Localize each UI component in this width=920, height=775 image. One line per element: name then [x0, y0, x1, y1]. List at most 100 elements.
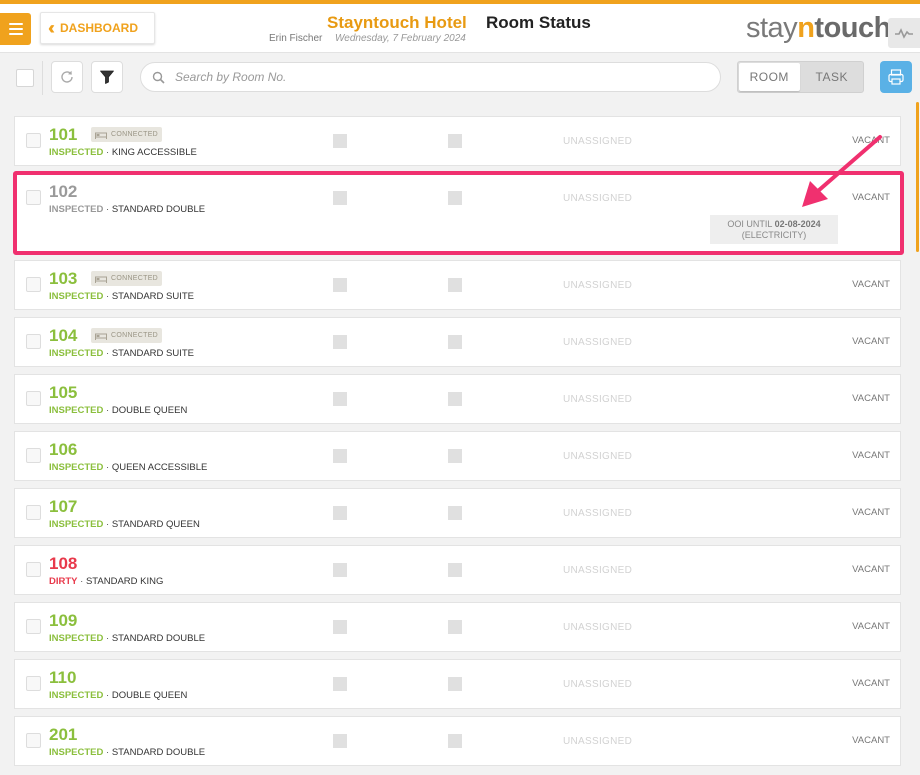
reservation-indicator: [448, 278, 462, 292]
room-details: INSPECTED · STANDARD DOUBLE: [49, 633, 206, 644]
page-title: Room Status: [486, 13, 591, 32]
reservation-indicator: [448, 506, 462, 520]
room-row[interactable]: 101 CONNECTED INSPECTED · KING ACCESSIBLE U…: [14, 116, 901, 166]
service-status-indicator: [333, 191, 347, 205]
room-number[interactable]: 107: [49, 497, 77, 517]
room-number[interactable]: 101: [49, 125, 77, 145]
room-checkbox[interactable]: [26, 562, 41, 577]
menu-button[interactable]: [0, 13, 31, 45]
service-status-indicator: [333, 563, 347, 577]
room-status: INSPECTED: [49, 405, 104, 416]
occupancy-status: VACANT: [852, 336, 890, 347]
reservation-indicator: [448, 677, 462, 691]
room-details: INSPECTED · STANDARD DOUBLE: [49, 747, 206, 758]
room-number[interactable]: 104: [49, 326, 77, 346]
room-number[interactable]: 105: [49, 383, 77, 403]
room-status: INSPECTED: [49, 147, 104, 158]
room-checkbox[interactable]: [26, 334, 41, 349]
room-status: INSPECTED: [49, 204, 104, 215]
room-row[interactable]: 102 INSPECTED · STANDARD DOUBLE UNASSIGNED…: [14, 173, 901, 253]
occupancy-status: VACANT: [852, 450, 890, 461]
room-row[interactable]: 201 INSPECTED · STANDARD DOUBLE UNASSIGNED…: [14, 716, 901, 766]
service-status-indicator: [333, 449, 347, 463]
occupancy-status: VACANT: [852, 678, 890, 689]
search-box[interactable]: [140, 62, 721, 92]
service-status-indicator: [333, 278, 347, 292]
room-checkbox[interactable]: [26, 391, 41, 406]
room-number[interactable]: 110: [49, 668, 76, 688]
refresh-button[interactable]: [51, 61, 83, 93]
occupancy-status: VACANT: [852, 507, 890, 518]
room-type: STANDARD KING: [85, 576, 164, 587]
bed-icon: [95, 333, 107, 340]
room-number[interactable]: 109: [49, 611, 77, 631]
room-status: INSPECTED: [49, 519, 104, 530]
dashboard-label: DASHBOARD: [60, 21, 138, 35]
room-number[interactable]: 106: [49, 440, 77, 460]
room-details: INSPECTED · STANDARD DOUBLE: [49, 204, 206, 215]
room-type: STANDARD DOUBLE: [111, 204, 206, 215]
tab-task[interactable]: TASK: [802, 63, 863, 91]
room-details: INSPECTED · STANDARD SUITE: [49, 348, 194, 359]
room-status: INSPECTED: [49, 690, 104, 701]
occupancy-status: VACANT: [852, 192, 890, 203]
occupancy-status: VACANT: [852, 564, 890, 575]
room-type: DOUBLE QUEEN: [111, 690, 188, 701]
assignment-status: UNASSIGNED: [563, 736, 633, 747]
select-all-checkbox[interactable]: [16, 69, 34, 87]
activity-button[interactable]: [888, 18, 920, 48]
room-row[interactable]: 110 INSPECTED · DOUBLE QUEEN UNASSIGNED VAC…: [14, 659, 901, 709]
room-checkbox[interactable]: [26, 676, 41, 691]
room-status: DIRTY: [49, 576, 78, 587]
room-type: KING ACCESSIBLE: [111, 147, 197, 158]
tab-room[interactable]: ROOM: [739, 63, 800, 91]
printer-icon: [888, 69, 904, 85]
room-row[interactable]: 104 CONNECTED INSPECTED · STANDARD SUITE UN…: [14, 317, 901, 367]
assignment-status: UNASSIGNED: [563, 565, 633, 576]
search-input[interactable]: [173, 69, 697, 85]
room-status: INSPECTED: [49, 291, 104, 302]
room-row[interactable]: 109 INSPECTED · STANDARD DOUBLE UNASSIGNED…: [14, 602, 901, 652]
room-type: STANDARD DOUBLE: [111, 633, 206, 644]
room-row[interactable]: 103 CONNECTED INSPECTED · STANDARD SUITE UN…: [14, 260, 901, 310]
service-status-indicator: [333, 335, 347, 349]
room-row[interactable]: 106 INSPECTED · QUEEN ACCESSIBLE UNASSIGNE…: [14, 431, 901, 481]
occupancy-status: VACANT: [852, 279, 890, 290]
room-details: INSPECTED · STANDARD QUEEN: [49, 519, 200, 530]
room-checkbox[interactable]: [26, 619, 41, 634]
room-details: INSPECTED · QUEEN ACCESSIBLE: [49, 462, 208, 473]
room-checkbox[interactable]: [26, 133, 41, 148]
occupancy-status: VACANT: [852, 393, 890, 404]
assignment-status: UNASSIGNED: [563, 394, 633, 405]
print-button[interactable]: [880, 61, 912, 93]
room-row[interactable]: 105 INSPECTED · DOUBLE QUEEN UNASSIGNED VAC…: [14, 374, 901, 424]
reservation-indicator: [448, 335, 462, 349]
dashboard-button[interactable]: ‹‹ DASHBOARD: [40, 12, 155, 44]
room-number[interactable]: 108: [49, 554, 77, 574]
room-number[interactable]: 103: [49, 269, 77, 289]
bed-icon: [95, 276, 107, 283]
room-row[interactable]: 107 INSPECTED · STANDARD QUEEN UNASSIGNED V…: [14, 488, 901, 538]
ooi-notice: OOI UNTIL 02-08-2024 (ELECTRICITY): [710, 215, 838, 244]
reservation-indicator: [448, 191, 462, 205]
room-checkbox[interactable]: [26, 448, 41, 463]
room-row[interactable]: 108 DIRTY · STANDARD KING UNASSIGNED VACANT: [14, 545, 901, 595]
toolbar: ROOM TASK: [0, 53, 920, 101]
filter-button[interactable]: [91, 61, 123, 93]
assignment-status: UNASSIGNED: [563, 451, 633, 462]
room-checkbox[interactable]: [26, 190, 41, 205]
search-icon: [152, 71, 165, 84]
room-number[interactable]: 102: [49, 182, 77, 202]
room-details: INSPECTED · DOUBLE QUEEN: [49, 405, 188, 416]
room-type: STANDARD QUEEN: [111, 519, 200, 530]
room-checkbox[interactable]: [26, 733, 41, 748]
room-checkbox[interactable]: [26, 505, 41, 520]
room-checkbox[interactable]: [26, 277, 41, 292]
scrollbar[interactable]: [916, 102, 919, 252]
bed-icon: [95, 132, 107, 139]
room-number[interactable]: 201: [49, 725, 77, 745]
reservation-indicator: [448, 563, 462, 577]
occupancy-status: VACANT: [852, 135, 890, 146]
connected-badge: CONNECTED: [91, 127, 163, 142]
pulse-icon: [895, 28, 913, 39]
